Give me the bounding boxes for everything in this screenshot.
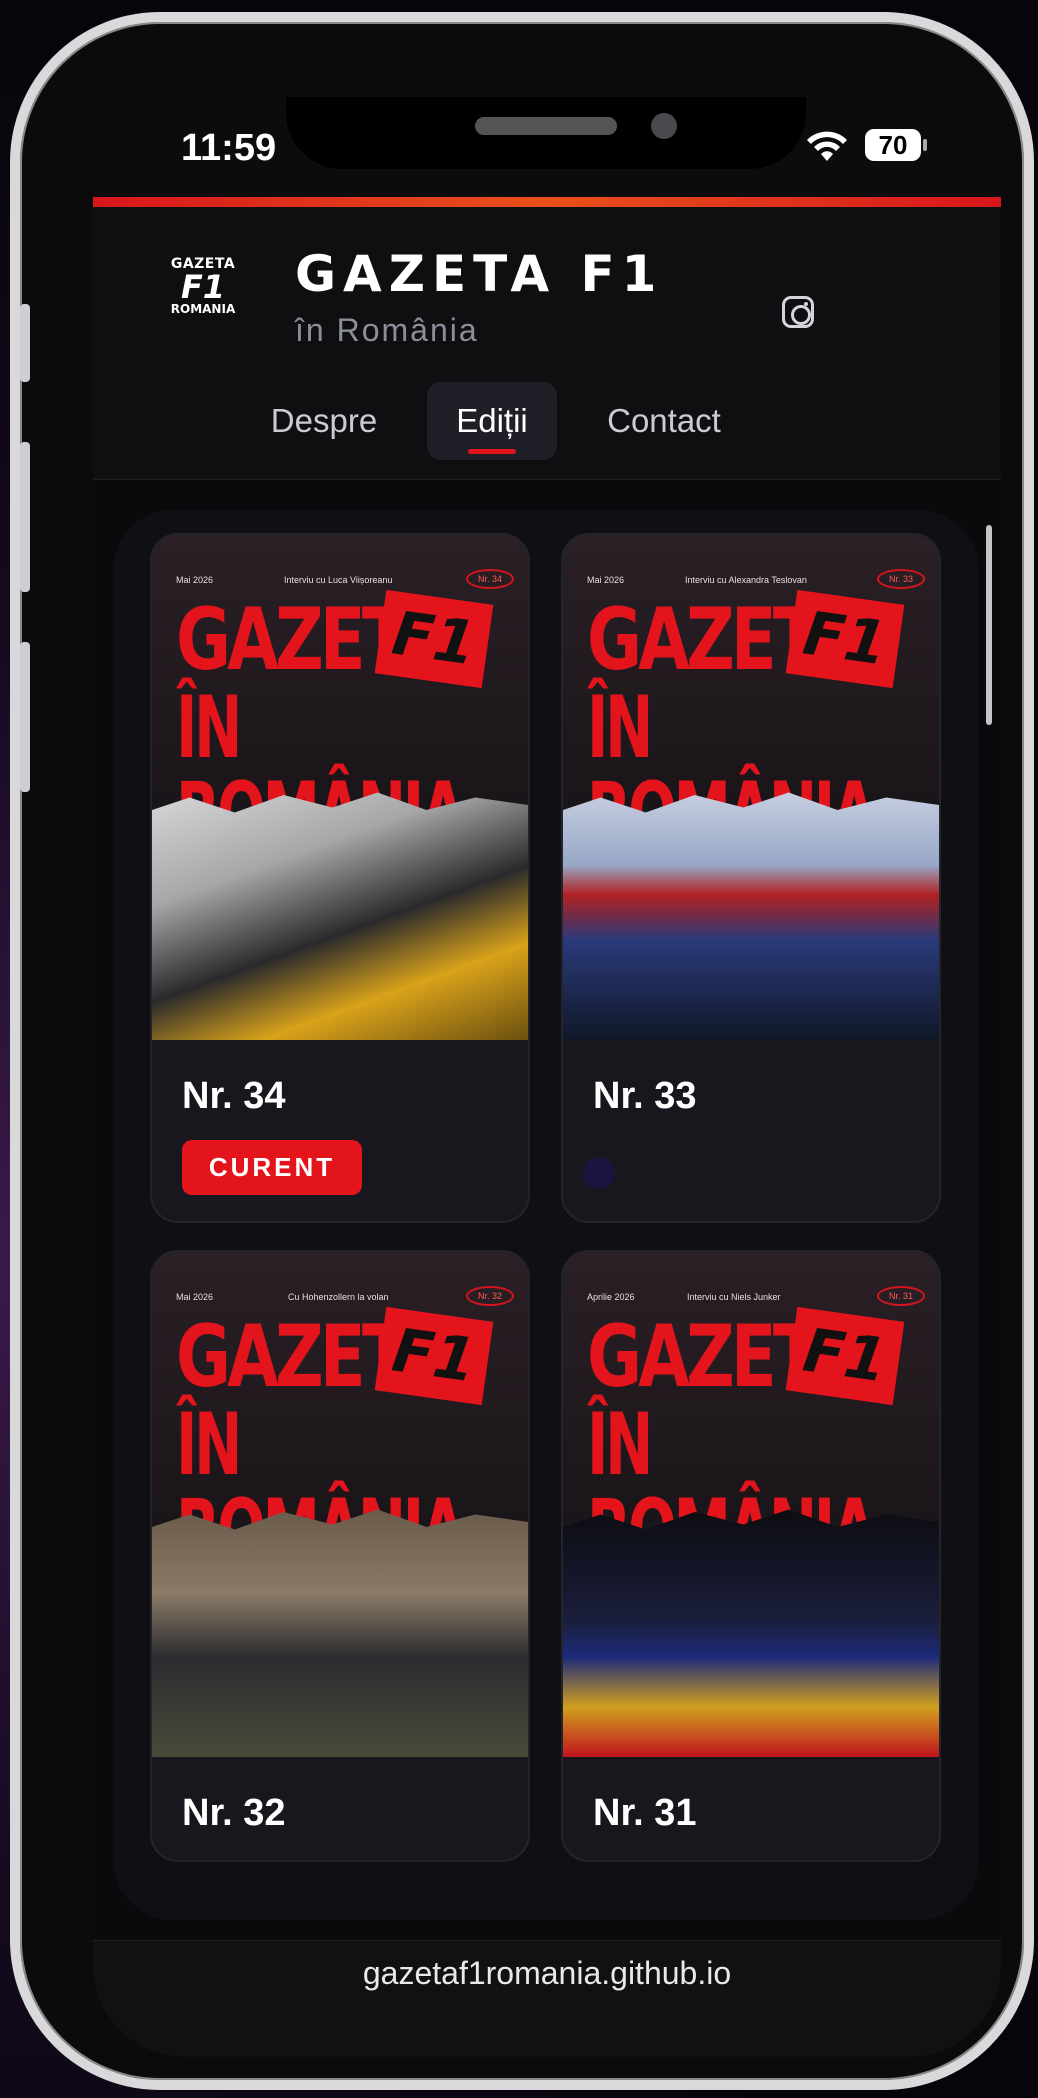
nav-contact[interactable]: Contact (589, 382, 739, 460)
edition-cover: Aprilie 2026 Interviu cu Niels Junker Nr… (563, 1252, 939, 1757)
speaker (475, 117, 617, 135)
edition-title: Nr. 32 (182, 1792, 286, 1834)
cover-number: Nr. 33 (876, 569, 925, 589)
phone-frame: 11:59 70 GAZETA F1 ROMANIA GAZETA F1 în … (10, 12, 1034, 2090)
cover-f1-badge: F1 (785, 589, 905, 689)
browser-url-bar[interactable]: gazetaf1romania.github.io (93, 1940, 1001, 2057)
main-nav: Despre Ediții Contact (93, 382, 1001, 462)
edition-cover: Mai 2026 Interviu cu Luca Viișoreanu Nr.… (152, 535, 528, 1040)
cover-headline: Interviu cu Alexandra Teslovan (685, 575, 807, 585)
brand-title: GAZETA F1 (295, 245, 664, 303)
cover-number: Nr. 31 (876, 1286, 925, 1306)
nav-despre[interactable]: Despre (259, 382, 389, 460)
wifi-icon (807, 131, 847, 161)
side-button (20, 442, 30, 592)
cover-date: Mai 2026 (176, 1292, 214, 1302)
instagram-icon[interactable] (782, 296, 814, 328)
cover-headline: Cu Hohenzollern la volan (288, 1292, 389, 1302)
side-button (20, 304, 30, 382)
cover-headline: Interviu cu Luca Viișoreanu (284, 575, 393, 585)
brand-subtitle: în România (295, 312, 479, 348)
cover-photo (563, 792, 939, 1040)
cover-f1-badge: F1 (374, 1306, 494, 1406)
edition-card-34[interactable]: Mai 2026 Interviu cu Luca Viișoreanu Nr.… (150, 533, 530, 1223)
side-button (20, 642, 30, 792)
edition-title: Nr. 34 (182, 1075, 286, 1117)
screen: 11:59 70 GAZETA F1 ROMANIA GAZETA F1 în … (93, 97, 1001, 2057)
brand-logo[interactable]: GAZETA F1 ROMANIA (163, 257, 243, 337)
edition-card-31[interactable]: Aprilie 2026 Interviu cu Niels Junker Nr… (561, 1250, 941, 1862)
site-header: GAZETA F1 ROMANIA GAZETA F1 în România D… (93, 207, 1001, 480)
status-dot (583, 1157, 615, 1189)
status-time: 11:59 (181, 127, 277, 169)
edition-card-32[interactable]: Mai 2026 Cu Hohenzollern la volan Nr. 32… (150, 1250, 530, 1862)
url-text[interactable]: gazetaf1romania.github.io (93, 1955, 1001, 1992)
edition-cover: Mai 2026 Interviu cu Alexandra Teslovan … (563, 535, 939, 1040)
cover-photo (563, 1509, 939, 1757)
cover-number: Nr. 32 (465, 1286, 514, 1306)
cover-photo (152, 792, 528, 1040)
cover-number: Nr. 34 (465, 569, 514, 589)
current-badge: CURENT (182, 1140, 362, 1195)
cover-photo (152, 1509, 528, 1757)
cover-f1-badge: F1 (374, 589, 494, 689)
battery-indicator: 70 (865, 129, 927, 161)
cover-f1-badge: F1 (785, 1306, 905, 1406)
camera (651, 113, 677, 139)
logo-line3: ROMANIA (170, 302, 236, 316)
edition-card-33[interactable]: Mai 2026 Interviu cu Alexandra Teslovan … (561, 533, 941, 1223)
edition-title: Nr. 33 (593, 1075, 697, 1117)
nav-editii[interactable]: Ediții (427, 382, 557, 460)
cover-date: Aprilie 2026 (587, 1292, 635, 1302)
cover-date: Mai 2026 (587, 575, 625, 585)
logo-line2: F1 (180, 268, 226, 306)
cover-headline: Interviu cu Niels Junker (687, 1292, 781, 1302)
accent-bar (93, 197, 1001, 207)
cover-date: Mai 2026 (176, 575, 214, 585)
edition-title: Nr. 31 (593, 1792, 697, 1834)
scrollbar[interactable] (986, 525, 992, 725)
editions-section: Mai 2026 Interviu cu Luca Viișoreanu Nr.… (93, 480, 1001, 1940)
edition-cover: Mai 2026 Cu Hohenzollern la volan Nr. 32… (152, 1252, 528, 1757)
